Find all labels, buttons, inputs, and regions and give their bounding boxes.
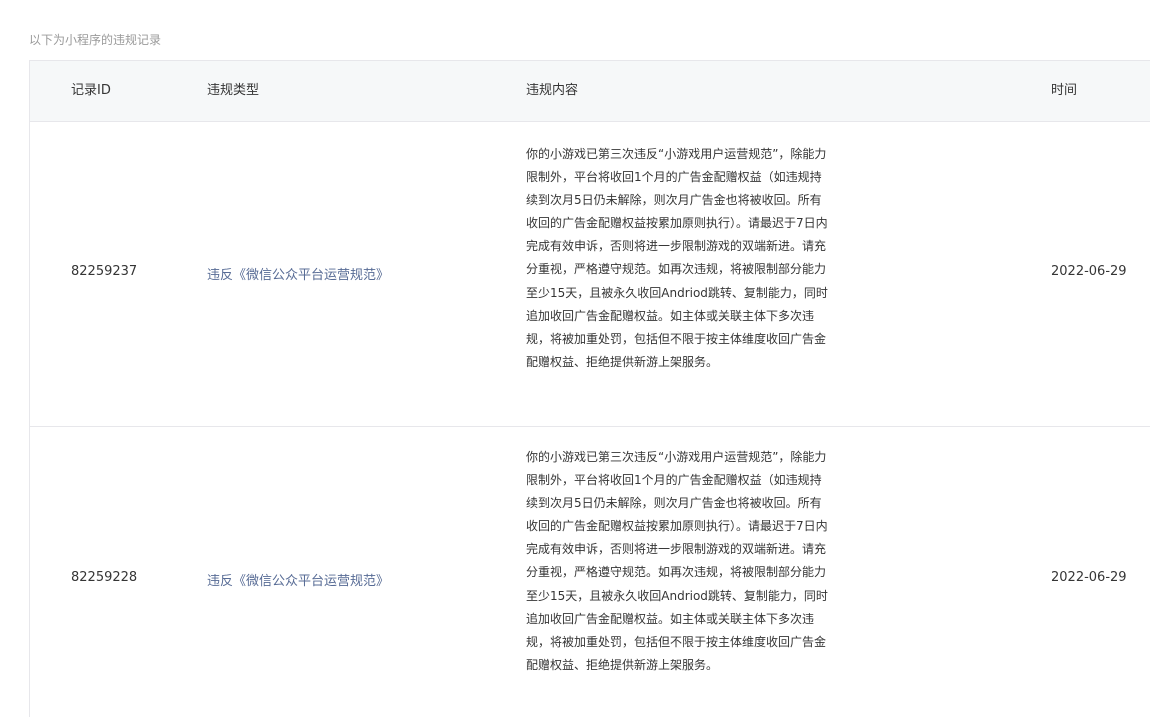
header-violation-type: 违规类型 — [207, 83, 260, 98]
violation-content-cell: 你的小游戏已第三次违反“小游戏用户运营规范”，除能力限制外，平台将收回1个月的广… — [526, 450, 828, 672]
violation-content-cell: 你的小游戏已第三次违反“小游戏用户运营规范”，除能力限制外，平台将收回1个月的广… — [526, 147, 828, 369]
record-id-cell: 82259237 — [71, 264, 138, 279]
record-id-cell: 82259228 — [71, 570, 138, 585]
table-row: 82259228 违反《微信公众平台运营规范》 你的小游戏已第三次违反“小游戏用… — [29, 427, 1150, 717]
violation-records-page: 以下为小程序的违规记录 记录ID 违规类型 违规内容 时间 82259237 违… — [0, 0, 1150, 717]
table-header: 记录ID 违规类型 违规内容 时间 — [29, 60, 1150, 122]
time-cell: 2022-06-29 — [1051, 264, 1127, 279]
header-record-id: 记录ID — [71, 83, 111, 98]
time-cell: 2022-06-29 — [1051, 570, 1127, 585]
violation-type-link[interactable]: 违反《微信公众平台运营规范》 — [207, 264, 389, 283]
header-violation-content: 违规内容 — [526, 83, 579, 98]
header-time: 时间 — [1051, 83, 1078, 98]
violation-type-link[interactable]: 违反《微信公众平台运营规范》 — [207, 570, 389, 589]
page-caption: 以下为小程序的违规记录 — [29, 33, 162, 47]
table-row: 82259237 违反《微信公众平台运营规范》 你的小游戏已第三次违反“小游戏用… — [29, 122, 1150, 427]
violation-records-table: 记录ID 违规类型 违规内容 时间 82259237 违反《微信公众平台运营规范… — [29, 60, 1150, 717]
